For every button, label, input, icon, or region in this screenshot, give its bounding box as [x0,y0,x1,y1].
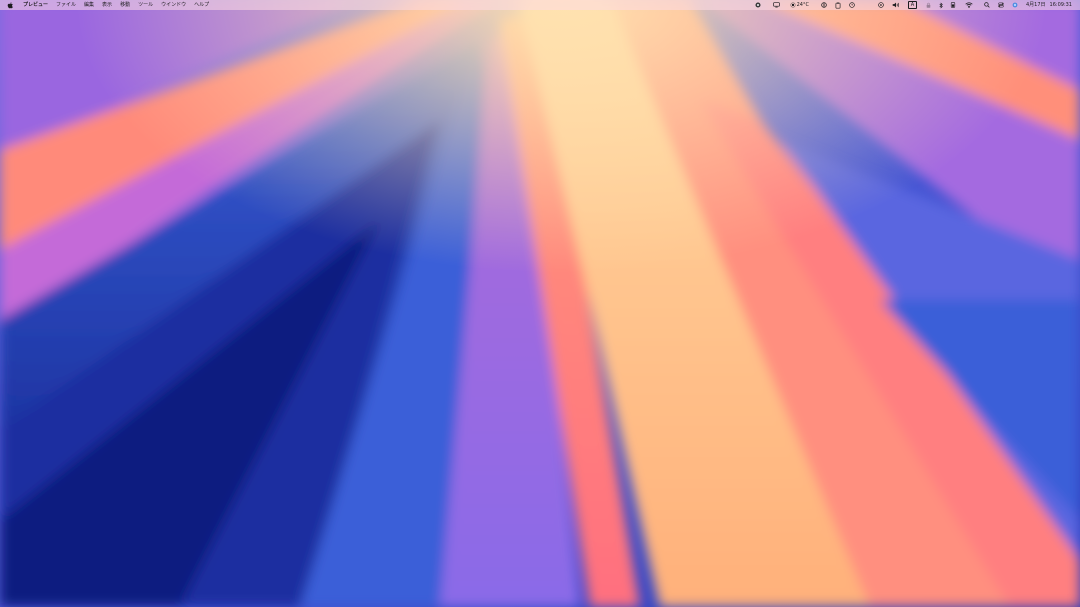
menu-help[interactable]: ヘルプ [194,0,209,10]
desktop[interactable]: プレビュー ファイル 編集 表示 移動 ツール ウインドウ ヘルプ 24°C A… [0,0,1080,607]
menu-edit[interactable]: 編集 [84,0,94,10]
battery-icon[interactable] [950,0,956,10]
sun-icon [789,2,796,8]
lock-icon[interactable] [926,0,931,10]
clipboard-icon[interactable] [835,0,841,10]
app-menu-preview[interactable]: プレビュー [23,0,48,10]
wifi-icon[interactable] [965,0,973,10]
input-source-label: A [907,1,917,9]
menu-bar: プレビュー ファイル 編集 表示 移動 ツール ウインドウ ヘルプ 24°C A… [0,0,1080,10]
desktop-wallpaper [0,0,1080,607]
control-center-icon[interactable] [998,0,1004,10]
search-icon[interactable] [984,0,990,10]
menubar-date[interactable]: 4月17日 [1026,0,1046,10]
menu-go[interactable]: 移動 [120,0,130,10]
menu-file[interactable]: ファイル [56,0,76,10]
circle-letter-icon[interactable] [821,0,827,10]
menu-view[interactable]: 表示 [102,0,112,10]
clock-icon[interactable] [849,0,855,10]
display-icon[interactable] [772,0,780,10]
menubar-time[interactable]: 16:09:31 [1050,0,1072,10]
weather-widget[interactable]: 24°C [789,0,809,10]
play-circle-icon[interactable] [878,0,884,10]
speaker-icon[interactable] [892,0,900,10]
record-icon[interactable] [755,0,761,10]
siri-icon[interactable] [1012,0,1018,10]
bluetooth-icon[interactable] [939,0,943,10]
weather-temperature: 24°C [796,2,809,8]
input-source[interactable]: A [907,0,917,10]
apple-logo-icon[interactable] [7,1,14,9]
menu-window[interactable]: ウインドウ [161,0,186,10]
menu-tools[interactable]: ツール [138,0,153,10]
